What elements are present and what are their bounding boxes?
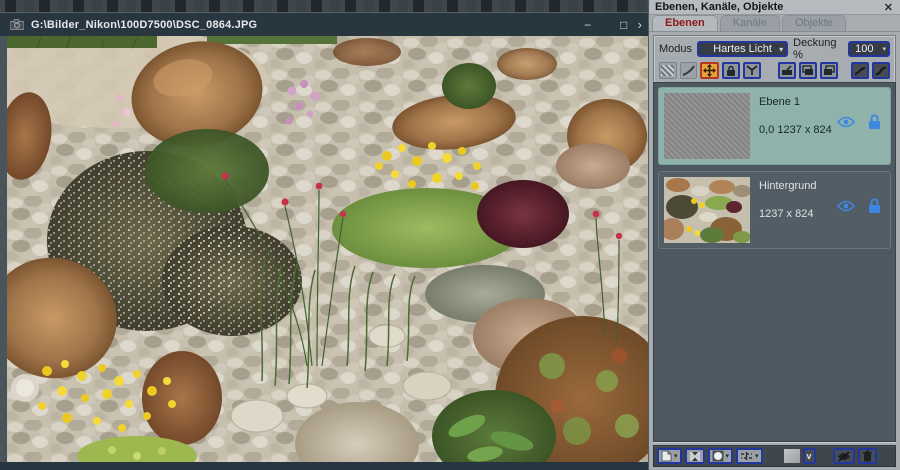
opacity-spinner[interactable]: 100 ▾ <box>848 41 890 57</box>
layer-info: 0,0 1237 x 824 <box>759 124 832 136</box>
image-window-titlebar[interactable]: G:\Bilder_Nikon\100D7500\DSC_0864.JPG − … <box>0 13 648 36</box>
chevron-down-icon: ▾ <box>779 45 783 54</box>
layer-name: Ebene 1 <box>759 96 832 108</box>
lock-icon[interactable] <box>868 198 881 214</box>
merge-layers-button[interactable] <box>685 448 705 464</box>
layers-stack-icon <box>802 65 814 76</box>
layers-panel: Ebenen, Kanäle, Objekte ✕ Ebenen Kanäle … <box>648 0 900 470</box>
brush-curve-icon <box>682 65 695 76</box>
camera-icon <box>10 19 24 30</box>
layer-row-hintergrund[interactable]: Hintergrund 1237 x 824 <box>658 171 891 249</box>
pattern-fill-button[interactable] <box>659 62 677 79</box>
layers-stack-alt-icon <box>823 65 835 76</box>
layer-row-ebene-1[interactable]: Ebene 1 0,0 1237 x 824 <box>658 87 891 165</box>
hide-layer-button[interactable] <box>833 448 855 464</box>
mask-tool-button[interactable] <box>743 62 761 79</box>
tab-kanaele[interactable]: Kanäle <box>720 15 780 31</box>
maximize-button[interactable]: □ <box>616 18 632 32</box>
group-layers-button[interactable] <box>799 62 817 79</box>
hatch-icon <box>661 65 674 76</box>
chevron-down-icon: ▾ <box>726 452 730 460</box>
main-toolbar-cutoff <box>0 0 648 13</box>
move-icon <box>703 64 716 77</box>
layer-thumbnail-hintergrund[interactable] <box>664 177 750 243</box>
layer-info: 1237 x 824 <box>759 208 816 220</box>
layers-list: Ebene 1 0,0 1237 x 824 <box>653 82 896 442</box>
image-window: G:\Bilder_Nikon\100D7500\DSC_0864.JPG − … <box>0 13 648 470</box>
spinner-arrow-icon: ▾ <box>882 45 886 53</box>
merge-down-icon <box>781 65 793 76</box>
mode-label: Modus <box>659 43 692 55</box>
layer-thumbnail-ebene-1[interactable] <box>664 93 750 159</box>
panel-expand-chevron-icon[interactable]: › <box>638 17 642 32</box>
opacity-value: 100 <box>855 43 873 55</box>
lock-icon <box>726 65 736 77</box>
eye-icon[interactable] <box>837 116 855 128</box>
close-icon[interactable]: ✕ <box>884 1 893 14</box>
delete-layer-button[interactable] <box>858 448 877 464</box>
chevron-down-icon: ▾ <box>674 452 678 460</box>
layers-bottom-toolbar: ▾ ▾ ▾ v <box>653 445 896 467</box>
blend-mode-dropdown[interactable]: Hartes Licht ▾ <box>697 41 788 57</box>
trash-icon <box>862 450 873 462</box>
canvas-area <box>0 36 648 470</box>
down-arrow-glyph: v <box>807 452 812 461</box>
merge-icon <box>689 451 701 462</box>
layer-controls-box: Modus Hartes Licht ▾ Deckung % 100 ▾ <box>653 35 896 84</box>
move-tool-button[interactable] <box>700 62 718 79</box>
circle-mask-icon <box>712 450 724 462</box>
layer-mask-button[interactable]: ▾ <box>708 448 734 464</box>
brush-mode-button[interactable] <box>680 62 698 79</box>
apply-down-button[interactable]: v <box>803 448 816 464</box>
panel-tabs: Ebenen Kanäle Objekte <box>649 15 900 32</box>
new-layer-button[interactable]: ▾ <box>657 448 682 464</box>
curve-icon <box>854 66 866 76</box>
crop-marks-icon <box>740 451 753 461</box>
tab-ebenen[interactable]: Ebenen <box>652 15 718 31</box>
tab-objekte[interactable]: Objekte <box>782 15 846 31</box>
image-window-title: G:\Bilder_Nikon\100D7500\DSC_0864.JPG <box>31 19 257 31</box>
panel-title: Ebenen, Kanäle, Objekte <box>655 1 783 13</box>
photo-canvas[interactable] <box>7 36 648 462</box>
layer-name: Hintergrund <box>759 180 816 192</box>
white-flower-ball <box>11 374 39 402</box>
eye-slash-icon <box>837 451 851 462</box>
chevron-down-icon: ▾ <box>755 452 759 460</box>
lock-tool-button[interactable] <box>722 62 740 79</box>
mask-icon <box>746 65 758 76</box>
blend-mode-value: Hartes Licht <box>713 43 772 55</box>
opacity-label: Deckung % <box>793 37 843 61</box>
ungroup-layers-button[interactable] <box>820 62 838 79</box>
eye-icon[interactable] <box>837 200 855 212</box>
minimize-button[interactable]: − <box>580 18 596 32</box>
merge-down-button[interactable] <box>778 62 796 79</box>
image-window-bottom-frame <box>0 462 648 470</box>
color-swatch[interactable] <box>784 449 800 463</box>
curve-adjust-button[interactable] <box>851 62 869 79</box>
panel-header[interactable]: Ebenen, Kanäle, Objekte ✕ <box>649 0 900 15</box>
lock-icon[interactable] <box>868 114 881 130</box>
transform-button[interactable]: ▾ <box>736 448 763 464</box>
s-curve-icon <box>875 66 887 76</box>
hintergrund-thumbnail-image <box>664 177 750 243</box>
s-curve-button[interactable] <box>872 62 890 79</box>
garden-photo <box>7 36 648 462</box>
new-layer-icon <box>661 450 672 462</box>
